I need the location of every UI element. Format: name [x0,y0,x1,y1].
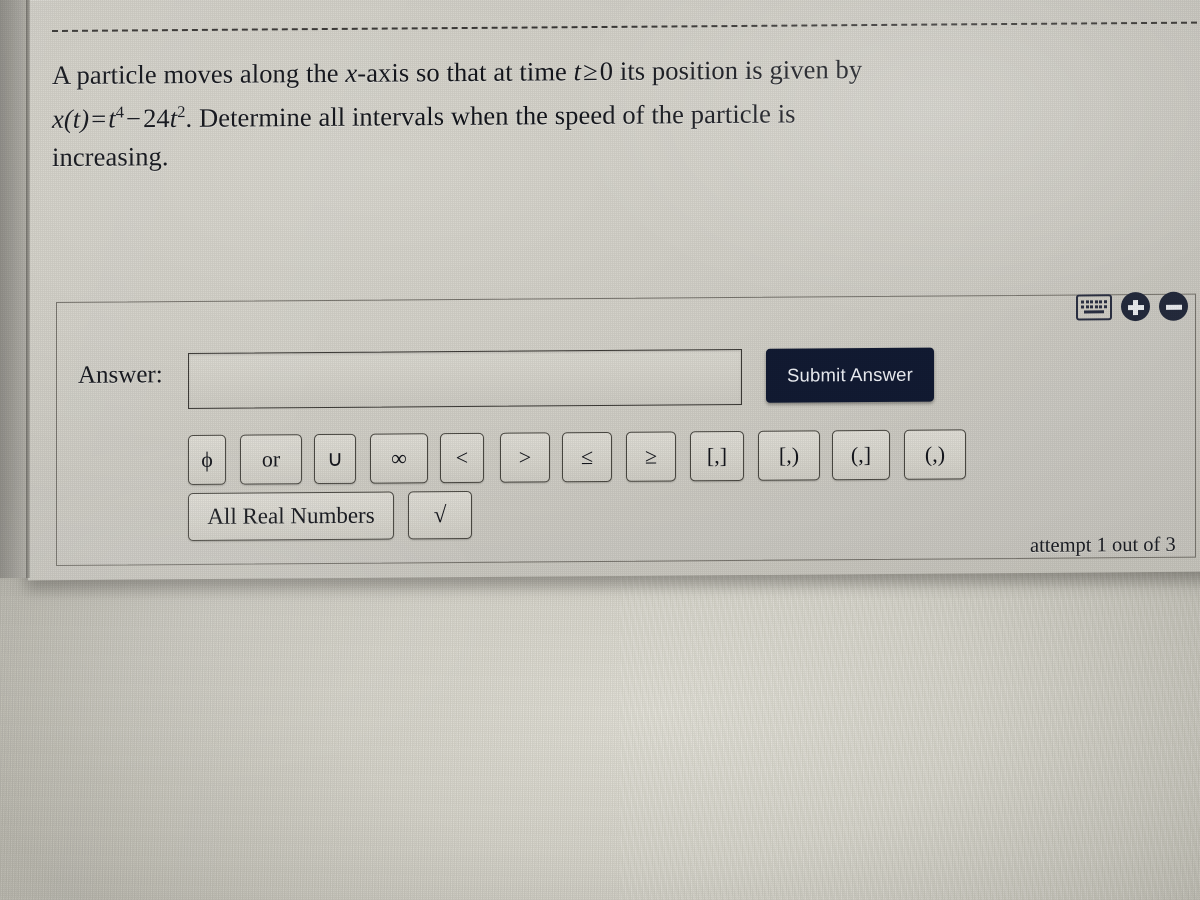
equals-sign: = [91,103,107,134]
palette-button-label: ϕ [201,446,213,472]
keyboard-row-2 [1081,305,1107,309]
greater-than-button[interactable]: > [500,432,550,483]
half-open-right-interval-button[interactable]: [,) [758,430,820,481]
palette-button-label: or [261,446,281,472]
palette-button-label: ≥ [644,443,658,469]
greater-than-or-equal-button[interactable]: ≥ [626,431,676,482]
attempt-counter: attempt 1 out of 3 [1030,533,1176,557]
palette-button-label: (,) [924,441,946,467]
dashed-divider [52,21,1197,33]
function-argument: (t) [63,103,90,134]
plus-circle-icon[interactable] [1121,291,1150,322]
less-than-button[interactable]: < [440,432,484,484]
question-line-3: increasing. [52,140,169,172]
question-line1-mid: -axis so that at time [357,56,574,88]
question-line2-post: . Determine all intervals when the speed… [185,98,796,133]
less-than-or-equal-button[interactable]: ≤ [562,431,612,483]
keyboard-spacebar [1084,310,1104,314]
submit-answer-button[interactable]: Submit Answer [766,347,934,403]
question-line1-post: its position is given by [613,54,863,86]
term2-exponent: 2 [177,102,186,122]
palette-button-label: ∞ [391,445,407,471]
moire-texture [620,555,1200,900]
answer-label: Answer: [78,361,163,389]
question-text: A particle moves along the x-axis so tha… [52,48,1147,176]
infinity-button[interactable]: ∞ [370,433,428,484]
palette-button-label: (,] [850,442,872,468]
keyboard-icon[interactable] [1076,293,1112,321]
term1-base: t [108,103,116,134]
palette-button-label: ∪ [326,445,344,472]
or-button[interactable]: or [240,434,302,485]
radical-button[interactable]: √ [408,490,472,540]
question-relation: ≥ [583,56,598,87]
answer-input[interactable] [188,348,742,410]
question-variable-t: t [573,56,582,87]
palette-button-label: √ [433,502,447,528]
question-zero: 0 [599,55,614,87]
palette-button-label: [,] [706,443,728,469]
half-open-left-interval-button[interactable]: (,] [832,429,890,481]
term1-exponent: 4 [115,102,125,122]
question-line1-pre: A particle moves along the [52,57,346,91]
union-button[interactable]: ∪ [314,433,356,485]
palette-button-label: > [518,444,532,470]
all-real-numbers-button[interactable]: All Real Numbers [188,491,394,542]
term2-coefficient: 24 [143,102,170,134]
empty-set-button[interactable]: ϕ [188,434,226,486]
keyboard-row-1 [1081,300,1107,304]
palette-button-label: [,) [778,442,800,468]
palette-button-label: ≤ [580,444,594,470]
photographed-scene: A particle moves along the x-axis so tha… [0,0,1200,900]
open-interval-button[interactable]: (,) [904,429,966,480]
minus-sign: − [126,103,142,134]
palette-button-label: < [455,444,469,471]
minus-circle-icon[interactable] [1159,291,1188,321]
question-variable-x: x [345,57,358,88]
palette-button-label: All Real Numbers [207,502,375,529]
page-content: A particle moves along the x-axis so tha… [0,0,1200,604]
function-name: x [52,103,64,134]
closed-interval-button[interactable]: [,] [690,430,744,482]
toolbar-icons [1076,291,1188,322]
